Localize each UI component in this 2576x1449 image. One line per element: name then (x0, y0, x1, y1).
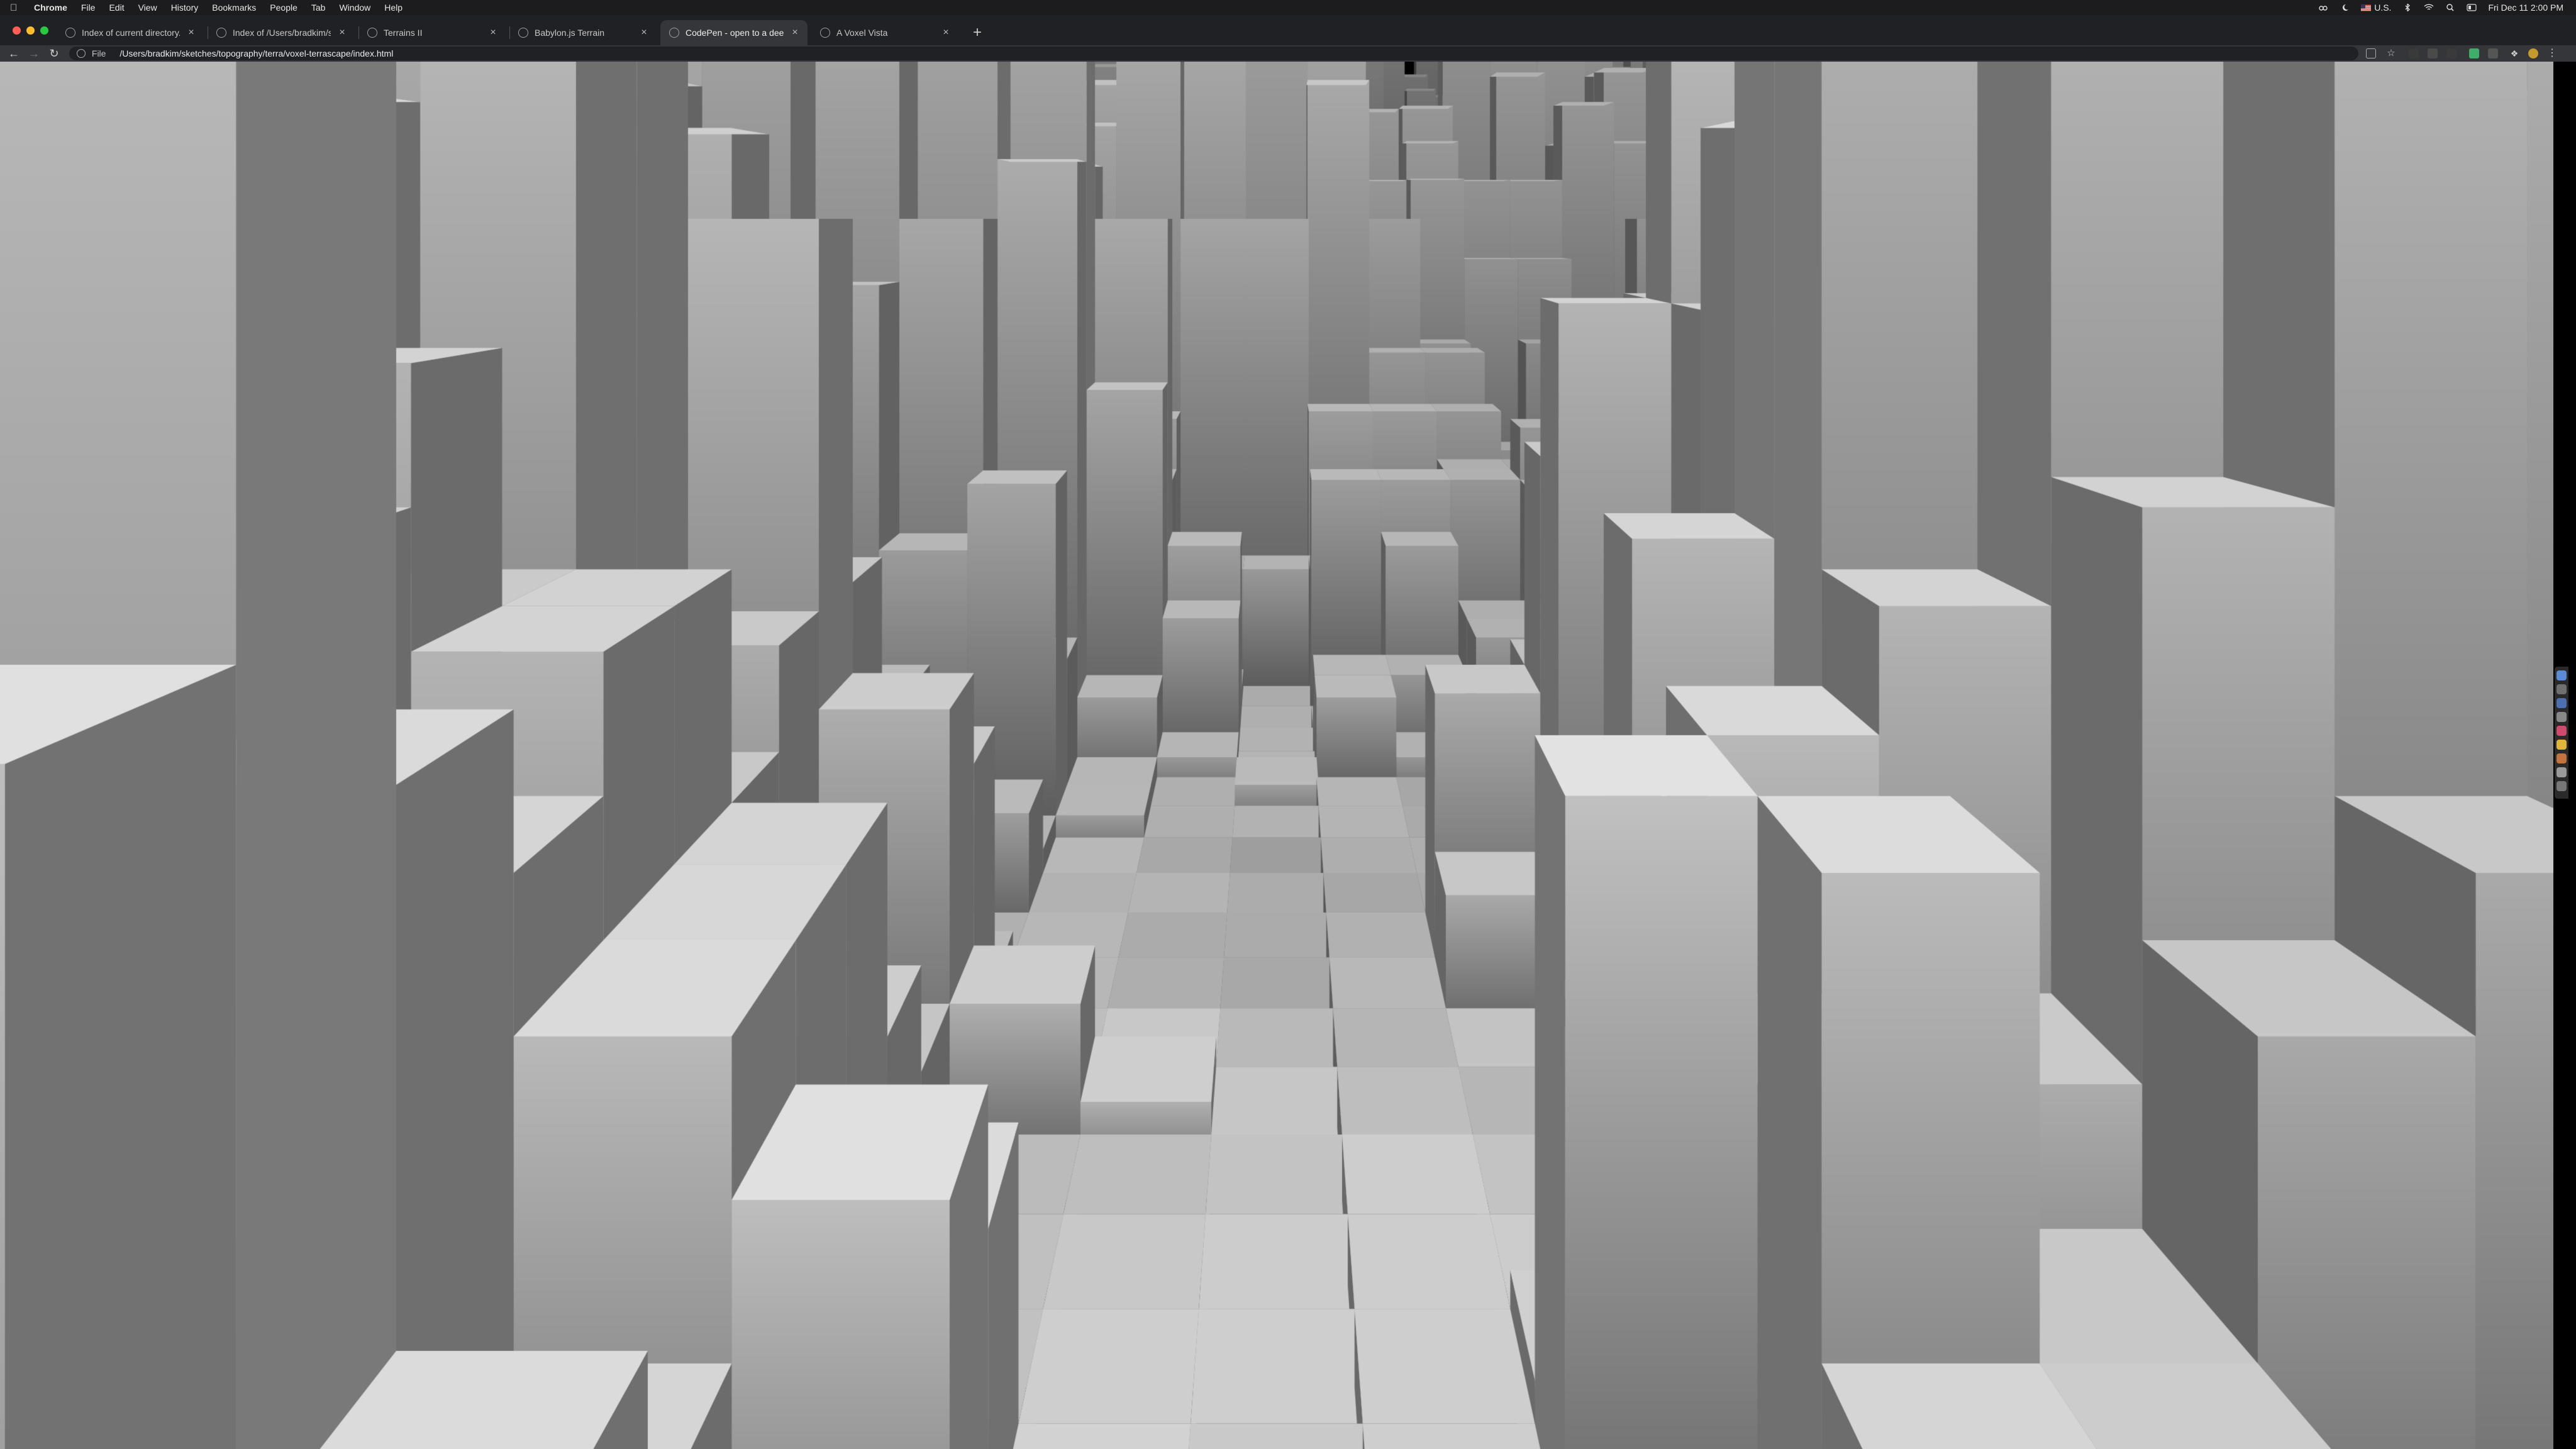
menu-clock[interactable]: Fri Dec 11 2:00 PM (2488, 3, 2563, 13)
tab-codepen[interactable]: CodePen - open to a deep bra × (660, 20, 808, 45)
bluetooth-icon[interactable] (2402, 4, 2412, 11)
profile-avatar[interactable] (2528, 48, 2538, 58)
control-center-icon[interactable] (2467, 4, 2477, 11)
close-icon[interactable]: × (940, 20, 952, 45)
apple-menu-icon[interactable]:  (10, 3, 21, 13)
extension-icon[interactable] (2409, 48, 2419, 58)
tab-index-current-directory[interactable]: Index of current directory... × (57, 20, 204, 45)
menu-edit[interactable]: Edit (109, 3, 124, 13)
menu-view[interactable]: View (138, 3, 157, 13)
menu-file[interactable]: File (81, 3, 96, 13)
codepen-icon (669, 28, 679, 38)
dock-app-icon[interactable] (2557, 684, 2567, 694)
tab-index-users-bradkim[interactable]: Index of /Users/bradkim/sketc × (208, 20, 355, 45)
url-text[interactable]: /Users/bradkim/sketches/topography/terra… (119, 48, 393, 58)
dock-app-icon[interactable] (2557, 712, 2567, 722)
close-icon[interactable]: × (487, 20, 499, 45)
dock-app-icon[interactable] (2557, 740, 2567, 750)
globe-icon (820, 28, 830, 38)
flag-icon (2361, 4, 2372, 11)
dock-app-icon[interactable] (2557, 726, 2567, 736)
reload-button[interactable]: ↻ (45, 45, 63, 62)
menu-people[interactable]: People (270, 3, 297, 13)
new-tab-button[interactable]: + (967, 20, 987, 45)
dock-app-icon[interactable] (2557, 753, 2567, 763)
address-bar[interactable]: File /Users/bradkim/sketches/topography/… (69, 47, 2358, 60)
tab-title: CodePen - open to a deep bra (686, 28, 784, 38)
kebab-menu-icon[interactable]: ⋮ (2547, 48, 2557, 58)
moon-icon[interactable] (2340, 4, 2350, 11)
tab-title: Index of current directory... (82, 28, 180, 38)
extension-icon[interactable] (2446, 48, 2457, 58)
close-icon[interactable]: × (789, 20, 801, 45)
info-icon[interactable] (77, 49, 86, 58)
forward-button[interactable]: → (25, 45, 43, 62)
translate-icon[interactable] (2366, 48, 2376, 58)
globe-icon (216, 28, 226, 38)
screen:  Chrome File Edit View History Bookmark… (0, 0, 2576, 1449)
extension-icon[interactable] (2428, 48, 2438, 58)
menu-help[interactable]: Help (384, 3, 402, 13)
browser-toolbar: ← → ↻ File /Users/bradkim/sketches/topog… (0, 45, 2576, 62)
dock (2555, 667, 2568, 799)
tab-strip: Index of current directory... × Index of… (0, 15, 2576, 45)
tab-babylonjs-terrain[interactable]: Babylon.js Terrain × (509, 20, 657, 45)
input-source-icon[interactable]: U.S. (2361, 3, 2391, 13)
globe-icon (518, 28, 528, 38)
extension-icon[interactable] (2469, 48, 2479, 58)
window-zoom-button[interactable] (40, 26, 48, 35)
tab-title: Index of /Users/bradkim/sketc (233, 28, 331, 38)
close-icon[interactable]: × (336, 20, 348, 45)
creative-cloud-icon[interactable] (2318, 4, 2328, 11)
close-icon[interactable]: × (185, 20, 197, 45)
globe-icon (367, 28, 377, 38)
menu-bookmarks[interactable]: Bookmarks (212, 3, 256, 13)
input-source-label: U.S. (2374, 3, 2392, 13)
dock-app-icon[interactable] (2557, 670, 2567, 680)
tab-title: Terrains II (384, 28, 423, 38)
menu-window[interactable]: Window (339, 3, 370, 13)
voxel-terrain-canvas[interactable] (0, 62, 2553, 1449)
dock-app-icon[interactable] (2557, 698, 2567, 708)
close-icon[interactable]: × (638, 20, 650, 45)
menu-tab[interactable]: Tab (311, 3, 326, 13)
menu-history[interactable]: History (171, 3, 199, 13)
back-button[interactable]: ← (5, 45, 23, 62)
search-icon[interactable] (2445, 4, 2455, 11)
window-close-button[interactable] (13, 26, 21, 35)
bookmark-star-icon[interactable]: ☆ (2386, 48, 2396, 58)
tab-title: A Voxel Vista (836, 28, 888, 38)
dock-app-icon[interactable] (2557, 767, 2567, 777)
globe-icon (65, 28, 75, 38)
url-scheme-label: File (91, 48, 106, 58)
trash-icon[interactable] (2557, 781, 2567, 791)
tab-a-voxel-vista[interactable]: A Voxel Vista × (811, 20, 958, 45)
extensions-puzzle-icon[interactable]: ❖ (2509, 48, 2519, 58)
wifi-icon[interactable] (2424, 4, 2434, 11)
tab-terrains-ii[interactable]: Terrains II × (358, 20, 506, 45)
menu-app-name[interactable]: Chrome (34, 3, 67, 13)
window-minimize-button[interactable] (26, 26, 35, 35)
menu-bar:  Chrome File Edit View History Bookmark… (0, 0, 2576, 15)
extension-icon[interactable] (2488, 48, 2498, 58)
status-area: U.S. Fri Dec 11 2:00 PM (2318, 0, 2563, 15)
tab-title: Babylon.js Terrain (535, 28, 605, 38)
